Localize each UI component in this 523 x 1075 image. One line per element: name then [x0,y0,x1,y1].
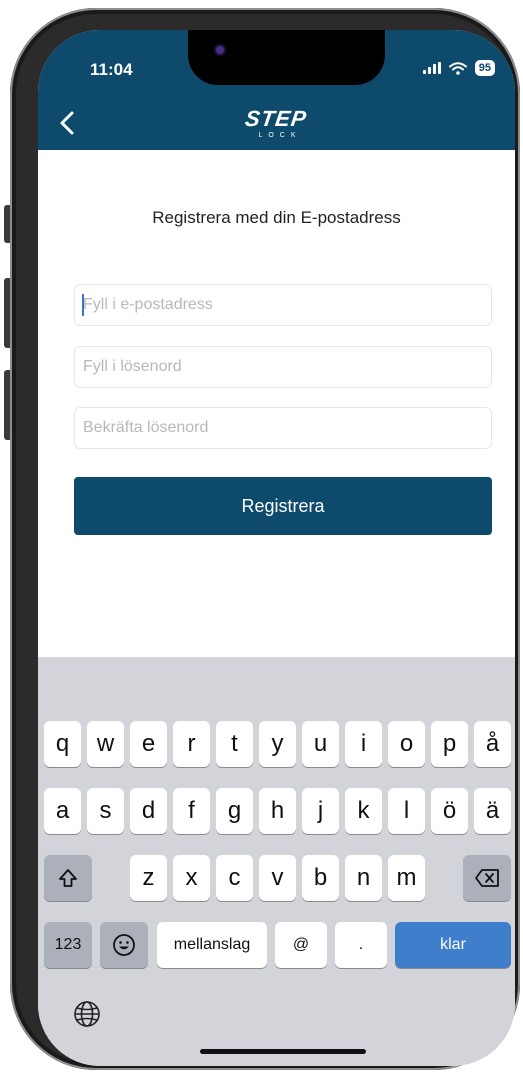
key-z[interactable]: z [130,855,167,901]
logo-text: STEP [243,106,309,131]
key-y[interactable]: y [259,721,296,767]
backspace-key[interactable] [463,855,511,901]
phone-frame: 11:04 95 STEP LOCK Registrera m ed din E-… [10,8,520,1070]
shift-icon [59,869,77,887]
home-indicator [200,1049,366,1054]
key-v[interactable]: v [259,855,296,901]
email-field[interactable] [74,284,492,326]
key-l[interactable]: l [388,788,425,834]
key-o[interactable]: o [388,721,425,767]
onscreen-keyboard: q w e r t y u i o p å a s d f g h j k l … [38,657,515,1066]
key-r[interactable]: r [173,721,210,767]
key-aring[interactable]: å [474,721,511,767]
shift-key[interactable] [44,855,92,901]
key-u[interactable]: u [302,721,339,767]
password-field[interactable] [74,346,492,388]
key-auml[interactable]: ä [474,788,511,834]
return-key[interactable]: klar [395,922,511,968]
key-g[interactable]: g [216,788,253,834]
key-k[interactable]: k [345,788,382,834]
phone-screen: 11:04 95 STEP LOCK Registrera m ed din E-… [38,30,515,1066]
app-header: 11:04 95 STEP LOCK [38,30,515,150]
wifi-icon [448,61,467,75]
status-time: 11:04 [90,60,133,79]
at-key[interactable]: @ [275,922,327,968]
signal-icon [422,62,441,74]
key-i[interactable]: i [345,721,382,767]
key-a[interactable]: a [44,788,81,834]
logo-subtext: LOCK [258,132,302,139]
backspace-icon [475,869,499,887]
key-h[interactable]: h [259,788,296,834]
key-p[interactable]: p [431,721,468,767]
emoji-icon [113,934,135,956]
key-x[interactable]: x [173,855,210,901]
key-q[interactable]: q [44,721,81,767]
battery-indicator: 95 [474,60,495,76]
dynamic-notch [188,30,385,85]
globe-icon[interactable] [72,999,102,1029]
back-chevron-icon[interactable] [54,108,84,138]
page-title: Registrera med din E-postadress [152,208,401,227]
key-d[interactable]: d [130,788,167,834]
key-e[interactable]: e [130,721,167,767]
key-j[interactable]: j [302,788,339,834]
text-caret [82,294,84,316]
camera-icon [216,46,224,54]
dot-key[interactable]: . [335,922,387,968]
numbers-key[interactable]: 123 [44,922,92,968]
key-w[interactable]: w [87,721,124,767]
register-button[interactable]: Registrera [74,477,492,535]
key-s[interactable]: s [87,788,124,834]
app-logo: STEP LOCK [238,106,314,146]
key-c[interactable]: c [216,855,253,901]
key-ouml[interactable]: ö [431,788,468,834]
key-b[interactable]: b [302,855,339,901]
space-key[interactable]: mellanslag [157,922,267,968]
key-n[interactable]: n [345,855,382,901]
emoji-key[interactable] [100,922,148,968]
confirm-password-field[interactable] [74,407,492,449]
key-f[interactable]: f [173,788,210,834]
status-icons: 95 [422,60,495,76]
key-t[interactable]: t [216,721,253,767]
key-m[interactable]: m [388,855,425,901]
